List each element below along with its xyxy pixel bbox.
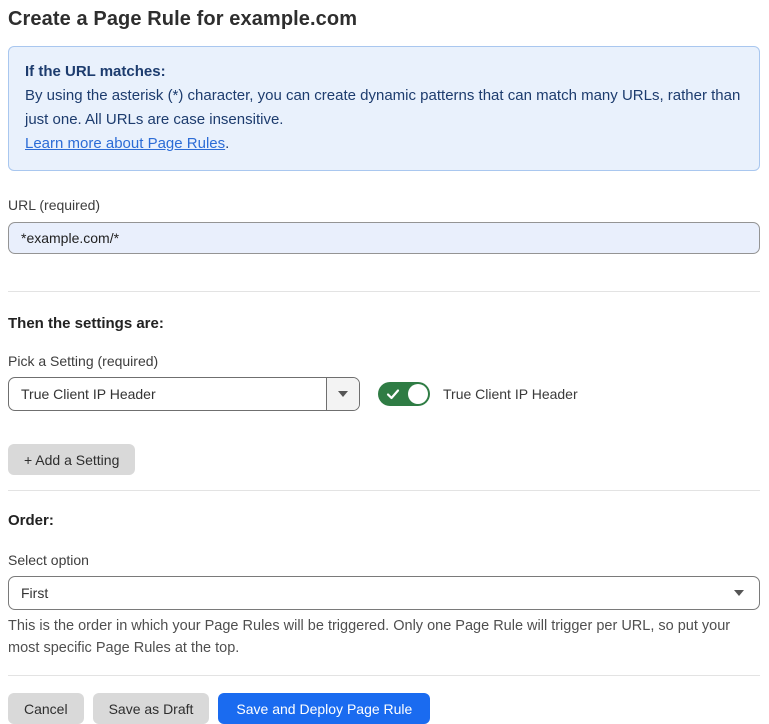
info-box-heading: If the URL matches: xyxy=(25,60,743,84)
order-help-text: This is the order in which your Page Rul… xyxy=(8,615,756,659)
check-icon xyxy=(386,387,400,401)
form-actions: Cancel Save as Draft Save and Deploy Pag… xyxy=(8,693,760,724)
chevron-down-icon xyxy=(734,590,744,596)
toggle-knob xyxy=(408,384,428,404)
setting-row: True Client IP Header True Client IP Hea… xyxy=(8,377,760,411)
settings-section-heading: Then the settings are: xyxy=(8,314,760,333)
section-divider xyxy=(8,675,760,676)
chevron-down-icon xyxy=(338,391,348,397)
section-divider xyxy=(8,490,760,491)
section-divider xyxy=(8,291,760,292)
order-section-heading: Order: xyxy=(8,511,760,530)
order-select-value: First xyxy=(9,577,719,609)
setting-picker-label: Pick a Setting (required) xyxy=(8,353,760,370)
url-input[interactable] xyxy=(8,222,760,254)
cancel-button[interactable]: Cancel xyxy=(8,693,84,724)
url-field-label: URL (required) xyxy=(8,197,760,214)
setting-toggle[interactable] xyxy=(378,382,430,406)
save-draft-button[interactable]: Save as Draft xyxy=(93,693,210,724)
setting-select-value: True Client IP Header xyxy=(9,378,326,410)
setting-select[interactable]: True Client IP Header xyxy=(8,377,360,411)
order-select[interactable]: First xyxy=(8,576,760,610)
save-deploy-button[interactable]: Save and Deploy Page Rule xyxy=(218,693,430,724)
order-select-arrow xyxy=(719,577,759,609)
learn-more-link[interactable]: Learn more about Page Rules xyxy=(25,135,225,152)
order-select-label: Select option xyxy=(8,552,760,569)
info-link-row: Learn more about Page Rules. xyxy=(25,132,743,156)
add-setting-button[interactable]: + Add a Setting xyxy=(8,444,135,475)
setting-select-arrow-button[interactable] xyxy=(326,378,359,410)
page-title: Create a Page Rule for example.com xyxy=(8,6,760,32)
link-period: . xyxy=(225,135,229,152)
url-match-info-box: If the URL matches: By using the asteris… xyxy=(8,46,760,171)
setting-toggle-label: True Client IP Header xyxy=(443,386,578,402)
info-box-body: By using the asterisk (*) character, you… xyxy=(25,84,743,132)
